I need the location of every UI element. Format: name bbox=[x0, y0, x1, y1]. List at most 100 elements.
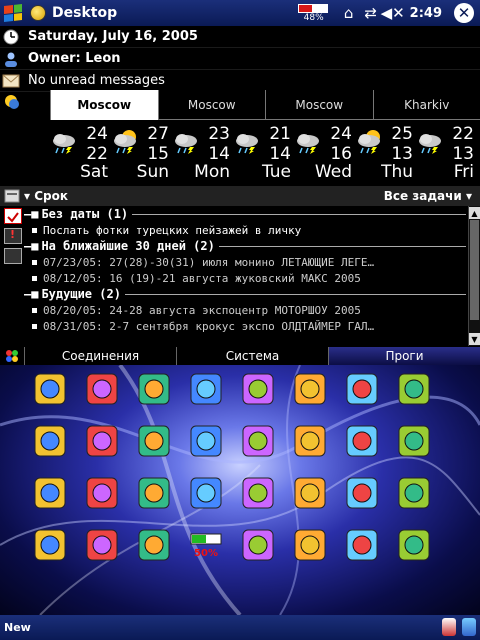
task-item[interactable]: 08/12/05: 16 (19)-21 августа жуковский М… bbox=[24, 270, 466, 286]
collapse-icon[interactable]: –■ bbox=[24, 207, 38, 221]
launcher-app-icon[interactable] bbox=[0, 347, 24, 365]
task-text: Послать фотки турецких пейзажей в личку bbox=[43, 223, 302, 237]
home-icon[interactable]: ⌂ bbox=[338, 0, 360, 26]
tasks-scrollbar[interactable]: ▲ ▼ bbox=[468, 206, 480, 346]
weather-forecast[interactable]: 24 22 Sat 27 15 Sun 23 14 Mon 21 14 Tue 24 16 Wed 25 13 T… bbox=[50, 124, 480, 184]
magnifier-icon[interactable] bbox=[135, 422, 173, 460]
task-group[interactable]: –■ Будущие (2) bbox=[24, 286, 466, 302]
sort-label: Срок bbox=[34, 189, 68, 203]
tab-city-4[interactable]: Kharkiv bbox=[372, 90, 480, 120]
tray-app-icon[interactable] bbox=[442, 618, 456, 636]
speaker-icon[interactable]: ◀✕ bbox=[381, 0, 405, 26]
folder-search-icon[interactable] bbox=[31, 370, 69, 408]
recycle-icon[interactable] bbox=[395, 474, 433, 512]
forecast-low: 16 bbox=[330, 144, 352, 164]
forecast-day-name: Tue bbox=[261, 162, 291, 182]
forecast-day-name: Fri bbox=[453, 162, 474, 182]
forecast-low: 13 bbox=[391, 144, 413, 164]
gear-icon[interactable] bbox=[239, 526, 277, 564]
forecast-low: 14 bbox=[208, 144, 230, 164]
hr-icon[interactable] bbox=[343, 422, 381, 460]
collapse-icon[interactable]: –■ bbox=[24, 287, 38, 301]
filter-dropdown[interactable]: Все задачи ▾ bbox=[384, 189, 472, 203]
tab-programs[interactable]: Проги bbox=[328, 347, 480, 365]
bullet-icon bbox=[32, 227, 37, 233]
forecast-high: 27 bbox=[147, 124, 169, 144]
scroll-thumb[interactable] bbox=[470, 220, 479, 320]
connectivity-icon[interactable]: ⇄ bbox=[360, 0, 382, 26]
clock[interactable]: 2:49 bbox=[410, 6, 442, 21]
tv-icon[interactable] bbox=[135, 370, 173, 408]
tasks-app-icon[interactable] bbox=[0, 186, 24, 206]
photo-icon[interactable] bbox=[343, 370, 381, 408]
task-item[interactable]: 08/20/05: 24-28 августа экспоцентр МОТОР… bbox=[24, 302, 466, 318]
partly-cloudy-storm-icon bbox=[114, 130, 136, 154]
battery-meter-icon[interactable]: 50% bbox=[187, 526, 225, 564]
document-icon[interactable] bbox=[4, 248, 22, 264]
radiation-icon[interactable] bbox=[291, 526, 329, 564]
collapse-icon[interactable]: –■ bbox=[24, 239, 38, 253]
checkbox-icon[interactable] bbox=[4, 208, 22, 224]
sort-dropdown[interactable]: ▾ Срок bbox=[24, 189, 68, 203]
sync-icon[interactable] bbox=[395, 370, 433, 408]
pdf-icon[interactable] bbox=[31, 474, 69, 512]
target-icon[interactable] bbox=[83, 526, 121, 564]
scroll-down-icon[interactable]: ▼ bbox=[469, 333, 480, 345]
task-text: Будущие (2) bbox=[41, 287, 121, 301]
tab-connections[interactable]: Соединения bbox=[24, 347, 176, 365]
molecule-icon[interactable] bbox=[395, 526, 433, 564]
scroll-up-icon[interactable]: ▲ bbox=[469, 207, 480, 219]
tab-city-3[interactable]: Moscow bbox=[265, 90, 373, 120]
task-item[interactable]: 08/31/05: 2-7 сентября крокус экспо ОЛДТ… bbox=[24, 318, 466, 334]
satellite-dish-icon[interactable] bbox=[239, 422, 277, 460]
beta-icon[interactable] bbox=[83, 370, 121, 408]
task-item[interactable]: 07/23/05: 27(28)-30(31) июля монино ЛЕТА… bbox=[24, 254, 466, 270]
moon-icon[interactable] bbox=[239, 370, 277, 408]
close-button[interactable]: ✕ bbox=[454, 3, 474, 23]
flash-icon[interactable] bbox=[83, 422, 121, 460]
ez-icon[interactable] bbox=[83, 474, 121, 512]
new-button[interactable]: New bbox=[4, 621, 31, 634]
windows-logo-icon bbox=[4, 4, 22, 22]
film-icon[interactable] bbox=[187, 370, 225, 408]
tab-system[interactable]: Система bbox=[176, 347, 328, 365]
metro-icon[interactable] bbox=[187, 474, 225, 512]
tree-icon[interactable] bbox=[291, 370, 329, 408]
bullet-icon bbox=[32, 275, 37, 281]
forecast-day-name: Thu bbox=[381, 162, 413, 182]
partly-cloudy-storm-icon bbox=[358, 130, 380, 154]
tab-city-2[interactable]: Moscow bbox=[157, 90, 265, 120]
headphones-icon[interactable] bbox=[239, 474, 277, 512]
start-button[interactable] bbox=[0, 0, 26, 26]
forecast-day: 24 22 Sat bbox=[50, 124, 110, 184]
archive-icon[interactable] bbox=[395, 422, 433, 460]
camera-icon[interactable] bbox=[31, 422, 69, 460]
forecast-high: 25 bbox=[391, 124, 413, 144]
forecast-day: 22 13 Fri bbox=[416, 124, 476, 184]
softkey-bar: New bbox=[0, 615, 480, 640]
battery-indicator[interactable]: 48% bbox=[296, 2, 332, 24]
task-group[interactable]: –■ Без даты (1) bbox=[24, 206, 466, 222]
bullet-icon bbox=[32, 307, 37, 313]
forecast-high: 24 bbox=[86, 124, 108, 144]
weather-app-icon[interactable] bbox=[2, 92, 20, 114]
sk-icon[interactable] bbox=[343, 474, 381, 512]
globe-grid-icon[interactable] bbox=[187, 422, 225, 460]
globe-icon[interactable] bbox=[291, 422, 329, 460]
forecast-low: 15 bbox=[147, 144, 169, 164]
date-row[interactable]: Saturday, July 16, 2005 bbox=[0, 26, 480, 48]
owner-row[interactable]: Owner: Leon bbox=[0, 48, 480, 70]
tasks-list[interactable]: –■ Без даты (1) Послать фотки турецких пей… bbox=[24, 206, 466, 346]
messages-row[interactable]: No unread messages bbox=[0, 70, 480, 92]
tray-sync-icon[interactable] bbox=[462, 618, 476, 636]
dice-icon[interactable] bbox=[343, 526, 381, 564]
vga-icon[interactable] bbox=[135, 526, 173, 564]
tab-city-1[interactable]: Moscow bbox=[50, 90, 158, 120]
frog-icon[interactable] bbox=[31, 526, 69, 564]
bullet-icon bbox=[32, 259, 37, 265]
filter-label: Все задачи bbox=[383, 189, 462, 203]
forecast-day-name: Sat bbox=[80, 162, 108, 182]
books-icon[interactable] bbox=[135, 474, 173, 512]
task-text: 08/20/05: 24-28 августа экспоцентр МОТОР… bbox=[43, 303, 361, 317]
phone-icon[interactable] bbox=[291, 474, 329, 512]
